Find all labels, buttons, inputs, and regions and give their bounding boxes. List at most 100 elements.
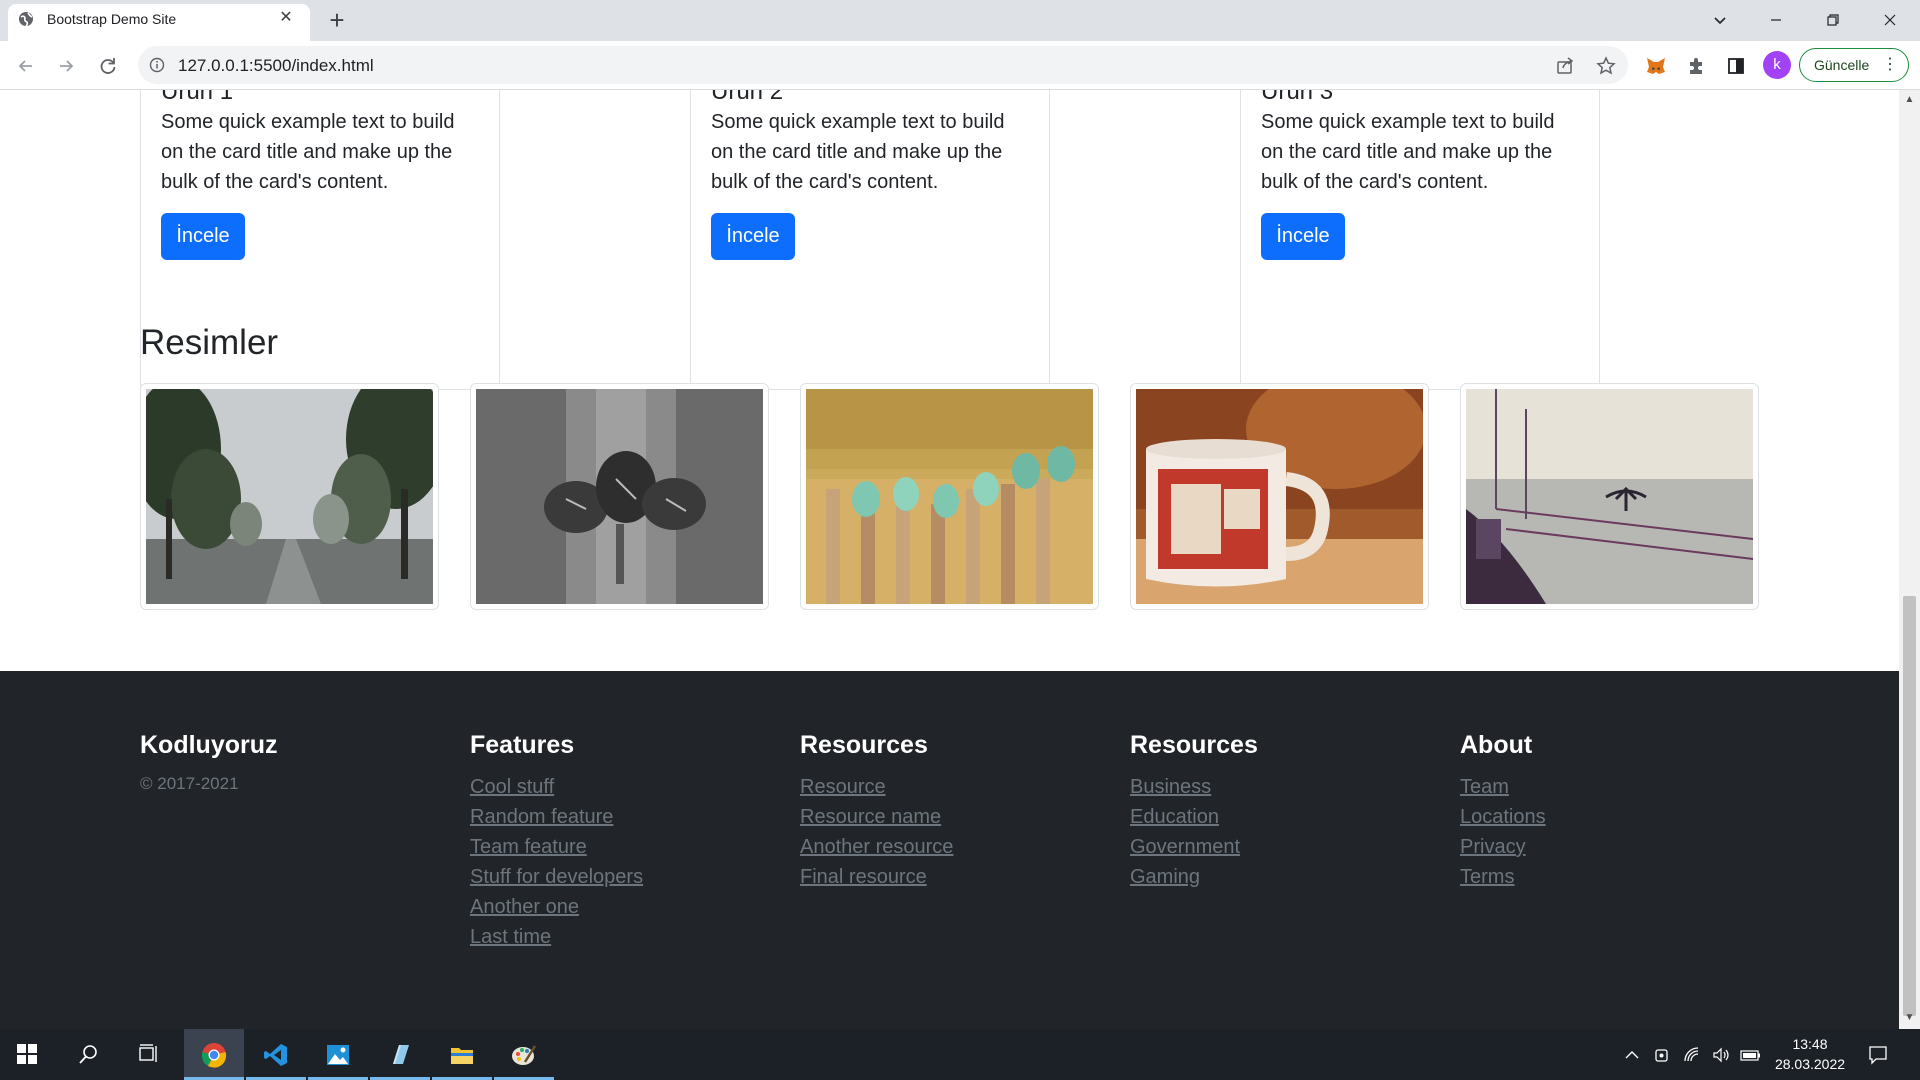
tab-title: Bootstrap Demo Site (47, 11, 177, 27)
pinecones-image (476, 389, 763, 604)
footer-links-about: Team Locations Privacy Terms (1460, 772, 1546, 892)
wifi-icon[interactable] (1682, 1045, 1702, 1065)
footer-link[interactable]: Team feature (470, 832, 643, 862)
gallery-title: Resimler (140, 323, 279, 362)
share-icon[interactable] (1551, 52, 1579, 80)
forward-icon[interactable] (52, 52, 80, 80)
footer-link[interactable]: Team (1460, 772, 1546, 802)
folder-icon (451, 1048, 473, 1064)
footer-link[interactable]: Another resource (800, 832, 953, 862)
footer-link[interactable]: Business (1130, 772, 1240, 802)
extensions-icon[interactable] (1682, 52, 1710, 80)
taskbar-notes[interactable] (370, 1029, 430, 1080)
footer-link[interactable]: Cool stuff (470, 772, 643, 802)
card-text: Some quick example text to build on the … (1261, 111, 1555, 193)
tray-expand-icon[interactable] (1622, 1045, 1642, 1065)
footer-link[interactable]: Resource (800, 772, 953, 802)
clock-time: 13:48 (1792, 1036, 1828, 1052)
card-text: Some quick example text to build on the … (161, 111, 455, 193)
footer-links-resources: Resource Resource name Another resource … (800, 772, 953, 892)
restore-icon[interactable] (1819, 6, 1847, 34)
chrome-icon (201, 1043, 227, 1068)
tab-search-icon[interactable] (1706, 6, 1734, 34)
windows-start-icon[interactable] (14, 1041, 40, 1067)
page-viewport: Ürün 1 Some quick example text to build … (0, 90, 1899, 1029)
footer-link[interactable]: Final resource (800, 862, 953, 892)
globe-icon (18, 11, 34, 27)
volume-icon[interactable] (1711, 1045, 1731, 1065)
taskbar-vscode[interactable] (246, 1029, 306, 1080)
notification-center-icon[interactable] (1867, 1044, 1889, 1066)
task-view-icon[interactable] (136, 1041, 162, 1067)
footer-link[interactable]: Government (1130, 832, 1240, 862)
reload-icon[interactable] (94, 52, 122, 80)
footer-link[interactable]: Privacy (1460, 832, 1546, 862)
photos-icon (327, 1045, 349, 1065)
footer-heading-features: Features (470, 731, 575, 759)
info-icon[interactable] (149, 57, 165, 73)
kebab-menu-icon: ⋮ (1882, 56, 1898, 73)
image-thumbnail-pinecones[interactable] (470, 383, 769, 610)
image-thumbnail-bottles[interactable] (800, 383, 1099, 610)
update-button[interactable]: Güncelle ⋮ (1799, 48, 1909, 82)
vscode-icon (264, 1044, 287, 1066)
footer-links-resources-2: Business Education Government Gaming (1130, 772, 1240, 892)
incele-button[interactable]: İncele (711, 213, 795, 260)
url-text[interactable]: 127.0.0.1:5500/index.html (178, 56, 374, 76)
footer-links-features: Cool stuff Random feature Team feature S… (470, 772, 643, 952)
close-window-icon[interactable] (1876, 6, 1904, 34)
footer-link[interactable]: Another one (470, 892, 643, 922)
footer-heading-resources: Resources (800, 731, 928, 759)
scroll-up-arrow-icon[interactable]: ▲ (1903, 94, 1916, 106)
side-panel-icon[interactable] (1722, 52, 1750, 80)
metamask-fox-icon[interactable] (1642, 52, 1670, 80)
boat-harbor-image (1466, 389, 1753, 604)
footer-link[interactable]: Random feature (470, 802, 643, 832)
footer-link[interactable]: Locations (1460, 802, 1546, 832)
minimize-icon[interactable] (1762, 6, 1790, 34)
scrollbar-thumb[interactable] (1903, 596, 1916, 1016)
new-tab-button[interactable]: + (326, 7, 348, 33)
clock-date: 28.03.2022 (1774, 1056, 1846, 1072)
profile-avatar[interactable]: k (1763, 51, 1791, 79)
scroll-down-arrow-icon[interactable]: ▼ (1903, 1012, 1916, 1024)
notes-icon (393, 1045, 409, 1064)
taskbar-file-explorer[interactable] (432, 1029, 492, 1080)
footer-heading-resources-2: Resources (1130, 731, 1258, 759)
coffee-mug-image (1136, 389, 1423, 604)
taskbar-paint[interactable] (494, 1029, 554, 1080)
card-title: Ürün 2 (711, 90, 784, 105)
tray-clock[interactable]: 13:48 28.03.2022 (1769, 1034, 1851, 1074)
product-card: Ürün 3 Some quick example text to build … (1240, 90, 1600, 390)
image-thumbnail-trees[interactable] (140, 383, 439, 610)
search-icon[interactable] (76, 1041, 102, 1067)
update-label: Güncelle (1814, 57, 1870, 73)
footer-link[interactable]: Terms (1460, 862, 1546, 892)
footer-link[interactable]: Resource name (800, 802, 953, 832)
card-title: Ürün 3 (1261, 90, 1334, 105)
site-footer: Kodluyoruz © 2017-2021 Features Cool stu… (0, 671, 1899, 1029)
meet-now-icon[interactable] (1652, 1045, 1672, 1065)
footer-link[interactable]: Education (1130, 802, 1240, 832)
back-icon[interactable] (12, 52, 40, 80)
star-icon[interactable] (1592, 52, 1620, 80)
footer-link[interactable]: Last time (470, 922, 643, 952)
fence-bottles-image (806, 389, 1093, 604)
taskbar-photos[interactable] (308, 1029, 368, 1080)
incele-button[interactable]: İncele (161, 213, 245, 260)
foggy-road-image (146, 389, 433, 604)
paint-icon (512, 1045, 537, 1065)
footer-copyright: © 2017-2021 (140, 774, 239, 793)
product-card: Ürün 2 Some quick example text to build … (690, 90, 1050, 390)
card-text: Some quick example text to build on the … (711, 111, 1005, 193)
image-thumbnail-mug[interactable] (1130, 383, 1429, 610)
card-title: Ürün 1 (161, 90, 234, 105)
footer-link[interactable]: Stuff for developers (470, 862, 643, 892)
taskbar-chrome[interactable] (184, 1029, 244, 1080)
tab-close-icon[interactable]: ✕ (278, 10, 294, 26)
incele-button[interactable]: İncele (1261, 213, 1345, 260)
footer-heading-about: About (1460, 731, 1533, 759)
footer-link[interactable]: Gaming (1130, 862, 1240, 892)
battery-icon[interactable] (1740, 1045, 1762, 1065)
image-thumbnail-boat[interactable] (1460, 383, 1759, 610)
